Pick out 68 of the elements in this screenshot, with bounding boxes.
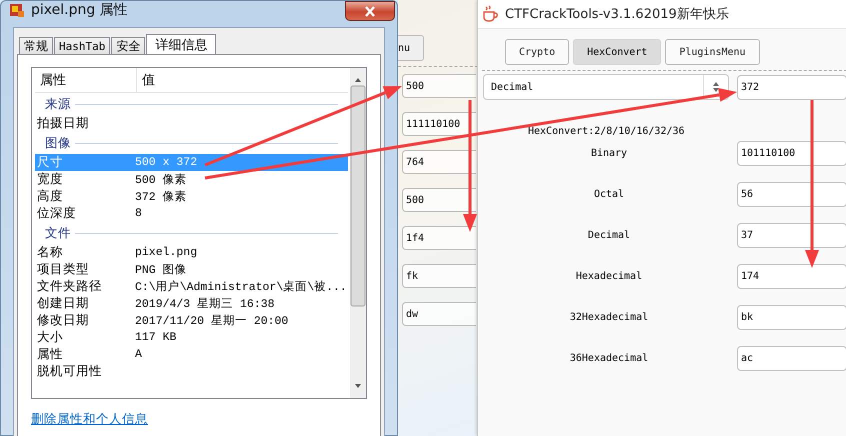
- tab[interactable]: 常规: [19, 37, 53, 54]
- base-label: Octal: [594, 189, 624, 200]
- input-field[interactable]: dw: [402, 302, 476, 326]
- output-field[interactable]: bk: [737, 305, 846, 330]
- close-button[interactable]: [345, 1, 395, 21]
- input-field[interactable]: 372: [737, 74, 846, 100]
- property-name[interactable]: 宽度: [35, 171, 135, 188]
- image-file-icon: [9, 2, 25, 18]
- output-field[interactable]: ac: [737, 346, 846, 371]
- property-value: C:\用户\Administrator\桌面\被...: [135, 279, 347, 294]
- property-value: 500 像素: [135, 172, 187, 187]
- property-value: A: [135, 348, 142, 361]
- caption-text: HexConvert:2/8/10/16/32/36: [528, 126, 685, 137]
- property-value: 8: [135, 207, 142, 220]
- input-field[interactable]: 500: [402, 74, 476, 98]
- close-icon: [364, 6, 376, 16]
- property-value: 2019/4/3 星期三 16:38: [135, 296, 275, 311]
- property-name[interactable]: 位深度: [35, 205, 135, 222]
- input-field[interactable]: fk: [402, 264, 476, 288]
- base-label: Binary: [590, 148, 628, 159]
- property-name[interactable]: 修改日期: [35, 312, 135, 329]
- base-label: 32Hexadecimal: [570, 312, 648, 323]
- property-name: 尺寸: [36, 154, 64, 171]
- property-name[interactable]: 项目类型: [35, 261, 135, 278]
- base-label: Hexadecimal: [576, 271, 642, 282]
- property-value: 500 x 372: [135, 156, 198, 169]
- base-label: Decimal: [588, 230, 630, 241]
- property-value: pixel.png: [135, 246, 198, 259]
- column-header[interactable]: 值: [137, 71, 155, 89]
- output-field[interactable]: 174: [737, 264, 846, 289]
- property-name[interactable]: 高度: [35, 188, 135, 205]
- coffee-cup-icon: [482, 5, 500, 23]
- scrollbar[interactable]: [350, 68, 366, 398]
- property-name[interactable]: 文件夹路径: [35, 278, 135, 295]
- property-value: 2017/11/20 星期一 20:00: [135, 314, 288, 328]
- property-name[interactable]: 名称: [35, 244, 135, 261]
- property-name[interactable]: 创建日期: [35, 295, 135, 312]
- property-name[interactable]: 属性: [35, 346, 135, 363]
- tab[interactable]: HexConvert: [573, 39, 662, 65]
- group-heading: 来源: [45, 96, 71, 112]
- tab[interactable]: Crypto: [505, 39, 570, 65]
- output-field[interactable]: 37: [737, 223, 846, 248]
- property-name[interactable]: 大小: [35, 329, 135, 346]
- tab[interactable]: 安全: [111, 37, 146, 54]
- output-field[interactable]: 101110100: [737, 141, 846, 166]
- output-field[interactable]: 56: [737, 182, 846, 207]
- input-field[interactable]: 764: [402, 150, 476, 174]
- input-field[interactable]: 1f4: [402, 226, 476, 250]
- group-heading: 图像: [45, 134, 71, 152]
- property-value: PNG 图像: [135, 262, 187, 277]
- tab[interactable]: nu: [398, 35, 424, 61]
- group-heading: 文件: [45, 224, 71, 242]
- property-name[interactable]: 拍摄日期: [35, 115, 135, 132]
- tab[interactable]: 详细信息: [146, 34, 216, 54]
- input-field[interactable]: 111110100: [402, 112, 476, 136]
- tab[interactable]: HashTab: [54, 37, 110, 54]
- window-title: pixel.png 属性: [31, 1, 128, 19]
- spinner-arrows-icon: [712, 81, 720, 93]
- input-field[interactable]: 500: [402, 188, 476, 212]
- remove-properties-link[interactable]: 删除属性和个人信息: [31, 411, 148, 428]
- property-value: 372 像素: [135, 190, 187, 204]
- base-label: 36Hexadecimal: [570, 353, 648, 364]
- column-header[interactable]: 属性: [35, 68, 137, 92]
- window-title: CTFCrackTools-v3.1.62019新年快乐: [505, 6, 729, 23]
- property-value: 117 KB: [135, 331, 176, 344]
- tab[interactable]: PluginsMenu: [665, 39, 760, 65]
- property-name[interactable]: 脱机可用性: [35, 363, 135, 380]
- base-dropdown[interactable]: Decimal: [483, 74, 729, 100]
